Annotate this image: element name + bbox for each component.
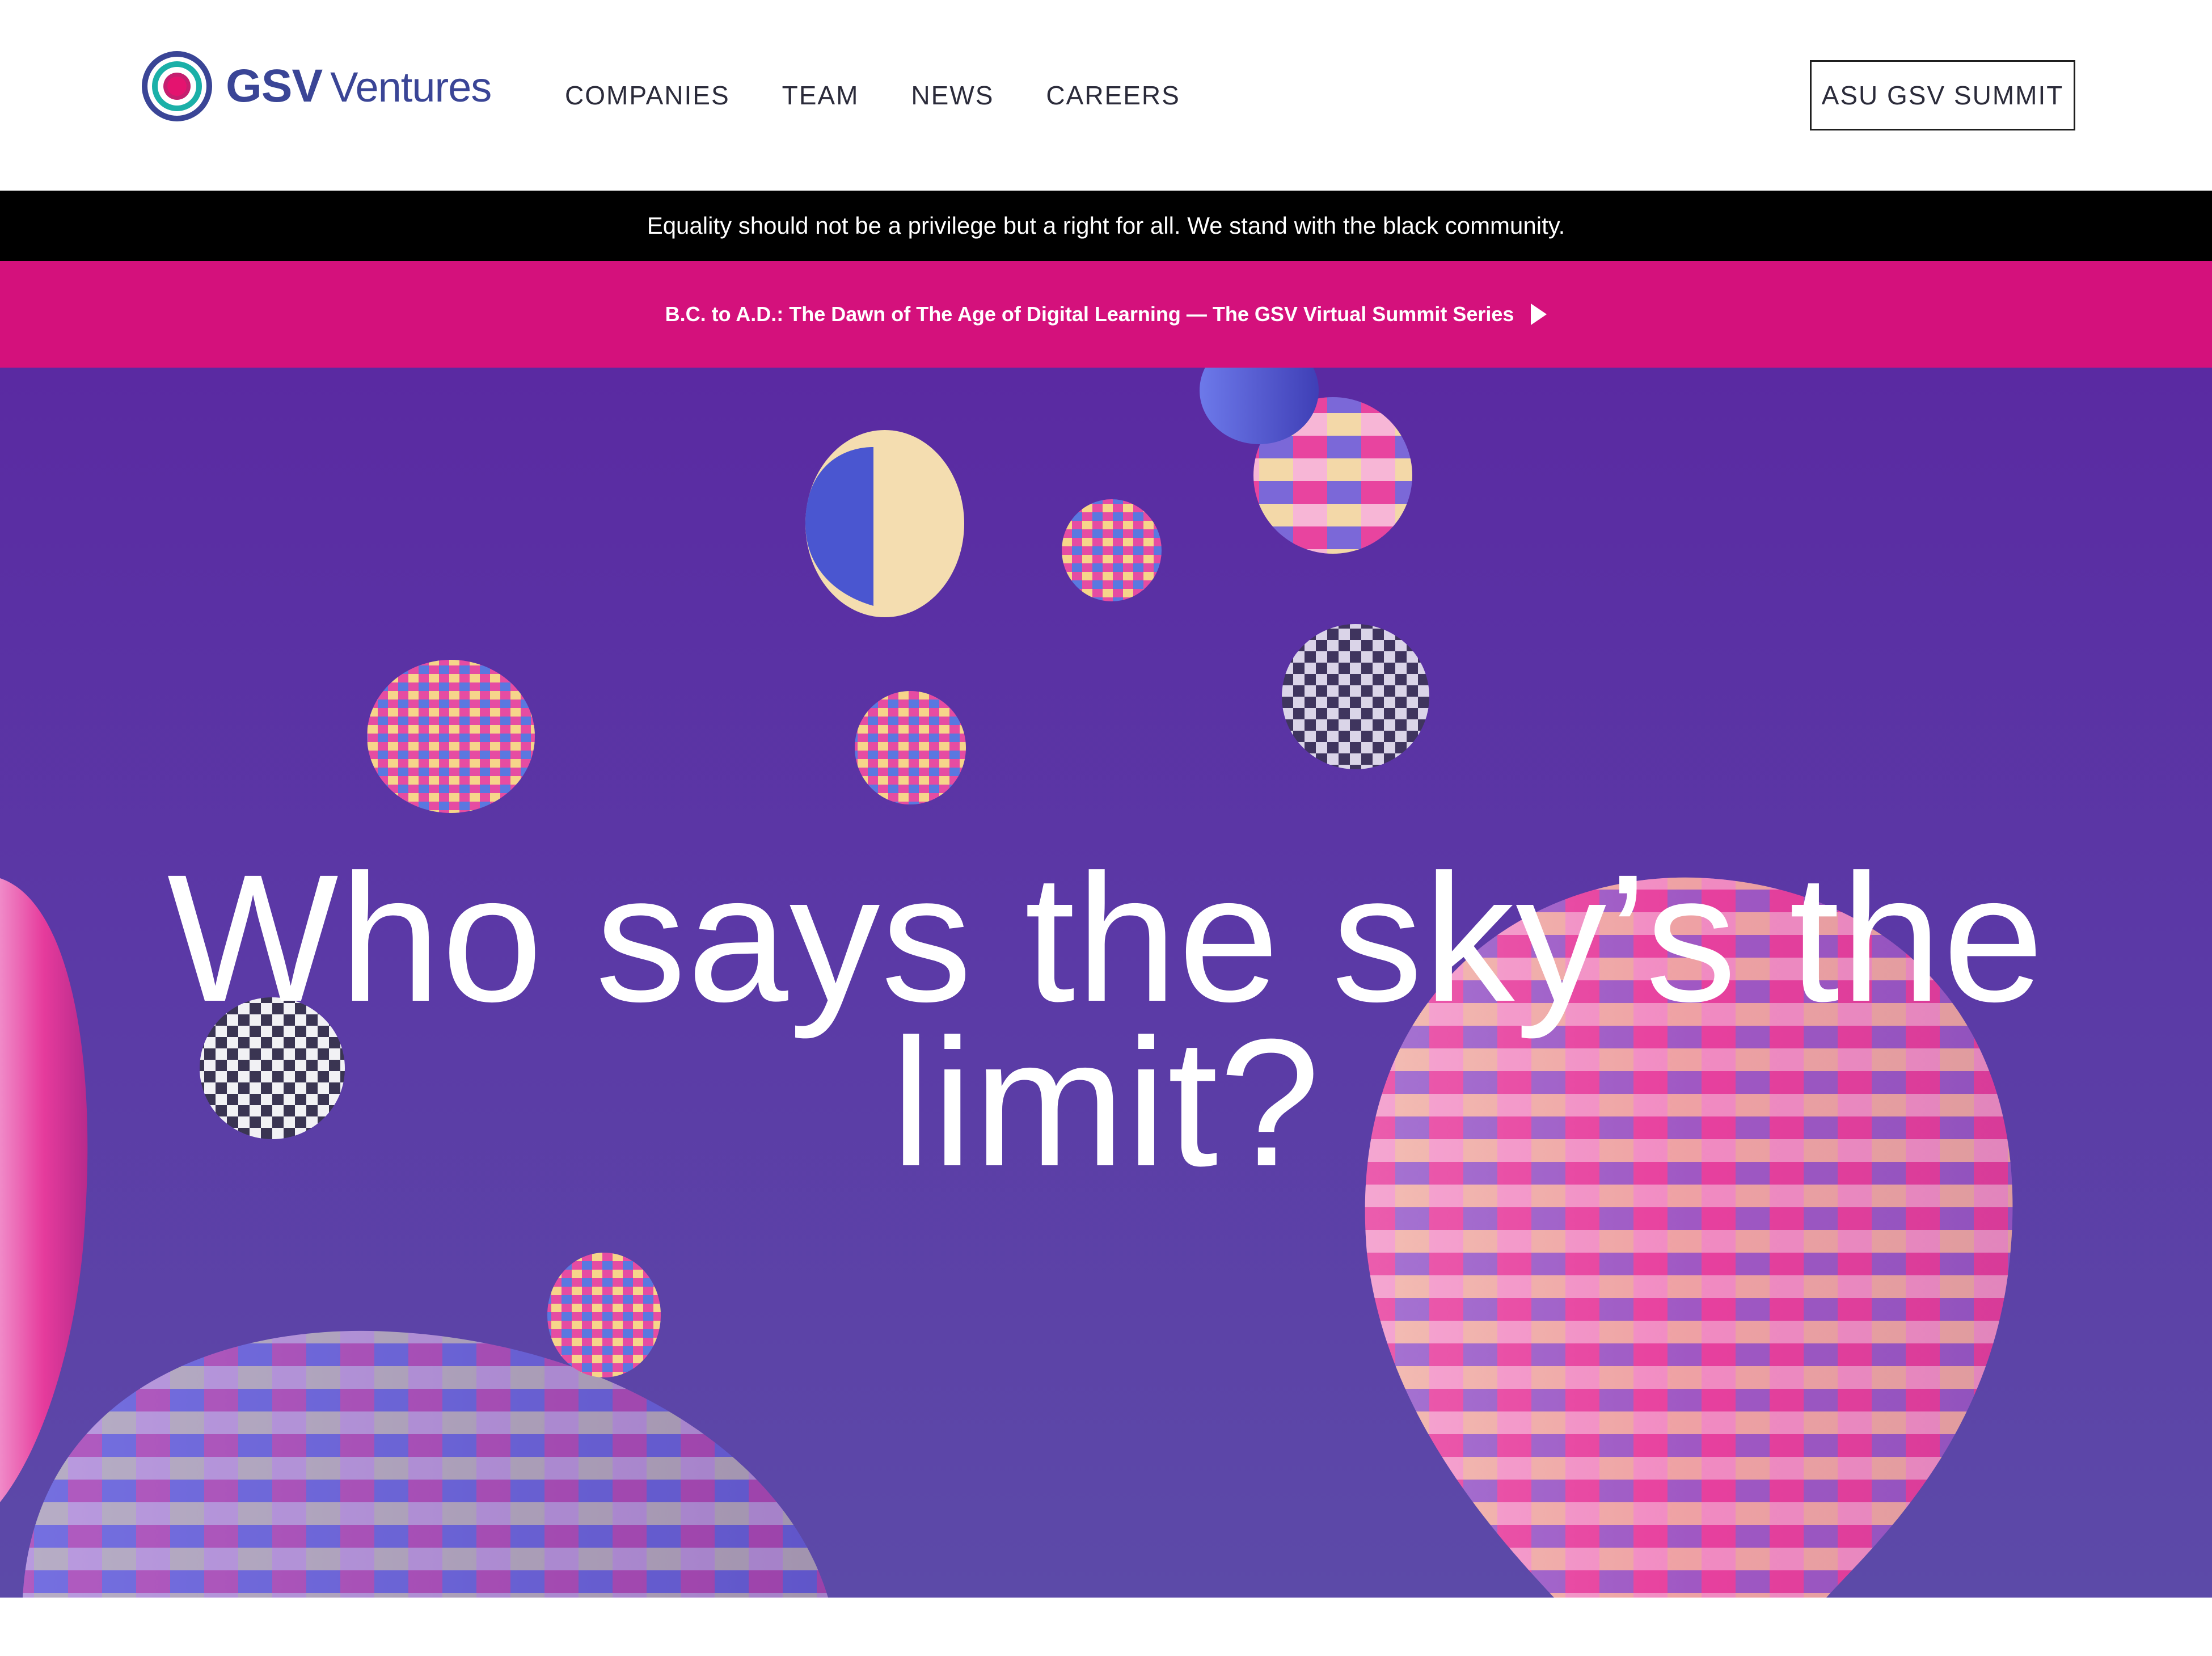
balloon-small-center <box>1062 499 1162 601</box>
logo-wordmark: GSV Ventures <box>226 60 492 112</box>
balloon-center-small <box>855 691 966 804</box>
hero-headline: Who says the sky’s the limit? <box>0 836 2212 1204</box>
balloon-lower-small <box>547 1253 661 1377</box>
gsv-ventures-logo[interactable]: GSV Ventures <box>140 49 492 124</box>
logo-bold-text: GSV <box>226 60 323 112</box>
headline-line-1: Who says the sky’s the <box>167 836 2045 1039</box>
headline-line-2: limit? <box>890 1001 1322 1204</box>
nav-careers[interactable]: CAREERS <box>1046 78 1180 112</box>
nav-news[interactable]: NEWS <box>911 78 994 112</box>
play-icon[interactable] <box>1531 304 1547 325</box>
large-balloon-bottom-left <box>23 1330 828 1598</box>
main-nav: COMPANIES TEAM NEWS CAREERS <box>565 78 1232 112</box>
asu-gsv-summit-button[interactable]: ASU GSV SUMMIT <box>1810 60 2075 130</box>
site-header: GSV Ventures COMPANIES TEAM NEWS CAREERS … <box>0 0 2212 191</box>
gsv-logo-icon <box>142 51 212 121</box>
nav-team[interactable]: TEAM <box>782 78 859 112</box>
page-bottom-space <box>0 1598 2212 1656</box>
balloon-left-multicolor <box>367 660 535 813</box>
equality-banner: Equality should not be a privilege but a… <box>0 191 2212 261</box>
nav-companies[interactable]: COMPANIES <box>565 78 730 112</box>
summit-series-banner[interactable]: B.C. to A.D.: The Dawn of The Age of Dig… <box>0 261 2212 368</box>
logo-regular-text: Ventures <box>330 64 492 111</box>
hero-section: Who says the sky’s the limit? <box>0 368 2212 1598</box>
equality-banner-text: Equality should not be a privilege but a… <box>647 212 1565 239</box>
summit-series-link[interactable]: B.C. to A.D.: The Dawn of The Age of Dig… <box>665 302 1514 326</box>
summit-button-label: ASU GSV SUMMIT <box>1821 81 2064 110</box>
balloon-checker-right <box>1282 624 1429 769</box>
